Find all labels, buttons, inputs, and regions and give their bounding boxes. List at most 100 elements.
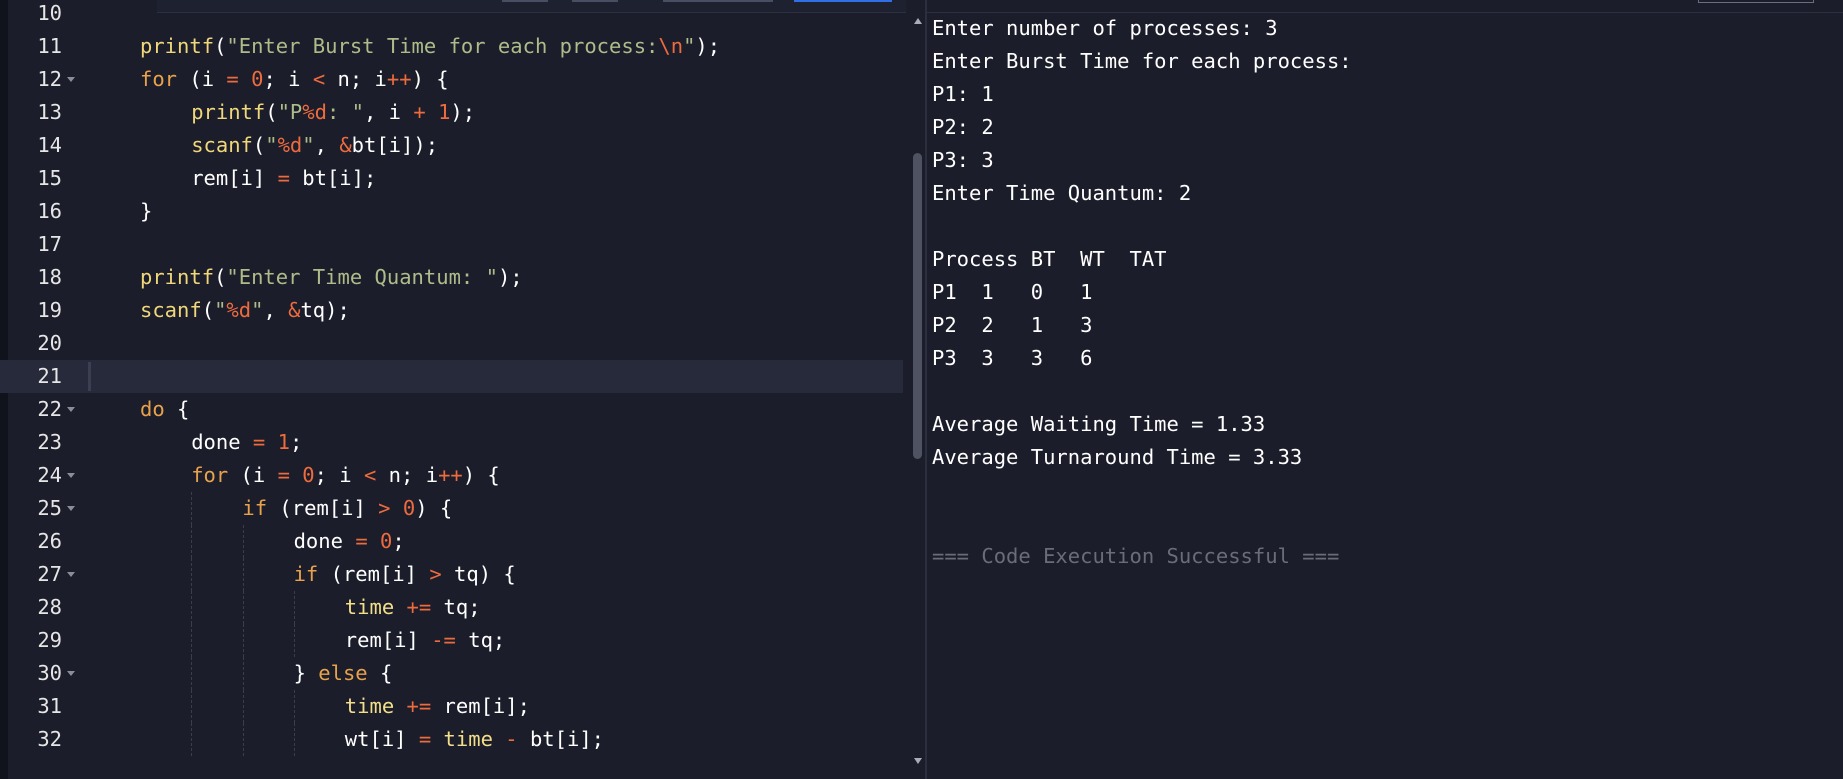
- code-text: printf("Enter Time Quantum: ");: [140, 261, 523, 294]
- code-token: =: [355, 529, 368, 553]
- line-number: 31: [37, 694, 62, 718]
- code-token: +=: [406, 595, 432, 619]
- indent-guide: [293, 591, 295, 624]
- code-token: n; i: [325, 67, 387, 91]
- code-token: printf: [140, 265, 215, 289]
- code-line[interactable]: 15 rem[i] = bt[i];: [0, 162, 903, 195]
- line-number: 13: [37, 100, 62, 124]
- line-number: 14: [37, 133, 62, 157]
- code-token: ": [683, 34, 696, 58]
- line-number: 24: [37, 463, 62, 487]
- code-text: printf("P%d: ", i + 1);: [191, 96, 475, 129]
- fold-arrow-icon[interactable]: [67, 473, 75, 478]
- code-line[interactable]: 16}: [0, 195, 903, 228]
- code-line[interactable]: 30} else {: [0, 657, 903, 690]
- scrollbar-thumb[interactable]: [913, 153, 922, 459]
- code-token: , i: [364, 100, 414, 124]
- code-token: done: [293, 529, 356, 553]
- fold-arrow-icon[interactable]: [67, 506, 75, 511]
- code-token: ;: [392, 529, 405, 553]
- indent-guide: [293, 723, 295, 756]
- code-token: ": [214, 298, 227, 322]
- code-token: ": [302, 133, 315, 157]
- indent-guide: [191, 525, 193, 558]
- code-token: do: [140, 397, 165, 421]
- code-text: wt[i] = time - bt[i];: [345, 723, 604, 756]
- code-token: >: [429, 562, 442, 586]
- code-line[interactable]: 23 done = 1;: [0, 426, 903, 459]
- line-number: 15: [37, 166, 62, 190]
- code-editor[interactable]: 10 11 printf("Enter Burst Time for each pr…: [0, 0, 925, 779]
- code-line[interactable]: 32 wt[i] = time - bt[i];: [0, 723, 903, 756]
- code-line[interactable]: 31 time += rem[i];: [0, 690, 903, 723]
- code-line[interactable]: 26 done = 0;: [0, 525, 903, 558]
- indent-guide: [191, 558, 193, 591]
- code-line[interactable]: 25 if (rem[i] > 0) {: [0, 492, 903, 525]
- line-number: 30: [37, 661, 62, 685]
- code-line[interactable]: 18 printf("Enter Time Quantum: ");: [0, 261, 903, 294]
- code-token: (i: [177, 67, 227, 91]
- code-token: ;: [289, 430, 303, 454]
- code-token: rem[i]: [344, 628, 432, 652]
- line-number: 23: [37, 430, 62, 454]
- code-token: -=: [431, 628, 456, 652]
- code-token: }: [140, 199, 153, 223]
- output-line: P1 1 0 1: [932, 280, 1093, 304]
- code-line[interactable]: 29 rem[i] -= tq;: [0, 624, 903, 657]
- code-token: 0: [380, 529, 393, 553]
- code-line[interactable]: 13 printf("P%d: ", i + 1);: [0, 96, 903, 129]
- code-line[interactable]: 12 for (i = 0; i < n; i++) {: [0, 63, 903, 96]
- fold-arrow-icon[interactable]: [67, 572, 75, 577]
- code-line[interactable]: 14 scanf("%d", &bt[i]);: [0, 129, 903, 162]
- clear-button[interactable]: [1698, 0, 1814, 3]
- indent-guide: [242, 591, 244, 624]
- fold-arrow-icon[interactable]: [67, 671, 75, 676]
- code-token: 0: [402, 496, 416, 520]
- code-line[interactable]: 21: [0, 360, 903, 393]
- scroll-up-icon[interactable]: [914, 18, 922, 24]
- code-line[interactable]: 28 time += tq;: [0, 591, 903, 624]
- code-token: if: [242, 496, 268, 520]
- code-line[interactable]: 10: [0, 0, 903, 30]
- code-line[interactable]: 19 scanf("%d", &tq);: [0, 294, 903, 327]
- code-text: if (rem[i] > 0) {: [242, 492, 452, 525]
- code-token: (: [252, 133, 266, 157]
- code-token: 1: [277, 430, 290, 454]
- code-line[interactable]: 20: [0, 327, 903, 360]
- code-line[interactable]: 27 if (rem[i] > tq) {: [0, 558, 903, 591]
- code-token: 0: [302, 463, 315, 487]
- code-token: tq);: [300, 298, 350, 322]
- code-token: if: [293, 562, 319, 586]
- code-token: \n: [658, 34, 684, 58]
- code-line[interactable]: 17: [0, 228, 903, 261]
- indent-guide: [191, 723, 193, 756]
- code-text: scanf("%d", &bt[i]);: [191, 129, 438, 162]
- output-panel: Enter number of processes: 3 Enter Burst …: [927, 0, 1843, 779]
- code-token: );: [450, 100, 476, 124]
- indent-guide: [242, 690, 244, 723]
- code-token: n; i: [376, 463, 439, 487]
- code-token: scanf: [191, 133, 253, 157]
- line-number: 19: [37, 298, 62, 322]
- code-token: ": [251, 298, 264, 322]
- fold-arrow-icon[interactable]: [67, 77, 75, 82]
- code-line[interactable]: 24 for (i = 0; i < n; i++) {: [0, 459, 903, 492]
- indent-guide: [242, 558, 244, 591]
- scroll-down-icon[interactable]: [914, 758, 922, 764]
- code-text: done = 1;: [191, 426, 302, 459]
- fold-arrow-icon[interactable]: [67, 407, 75, 412]
- code-line[interactable]: 11 printf("Enter Burst Time for each proc…: [0, 30, 903, 63]
- indent-guide: [191, 657, 193, 690]
- code-token: );: [497, 265, 523, 289]
- line-number: 20: [37, 331, 62, 355]
- line-number: 29: [37, 628, 62, 652]
- code-token: ; i: [314, 463, 364, 487]
- code-token: =: [226, 67, 239, 91]
- code-text: if (rem[i] > tq) {: [294, 558, 516, 591]
- code-token: for: [140, 67, 178, 91]
- code-line[interactable]: 22 do {: [0, 393, 903, 426]
- indent-guide: [242, 624, 244, 657]
